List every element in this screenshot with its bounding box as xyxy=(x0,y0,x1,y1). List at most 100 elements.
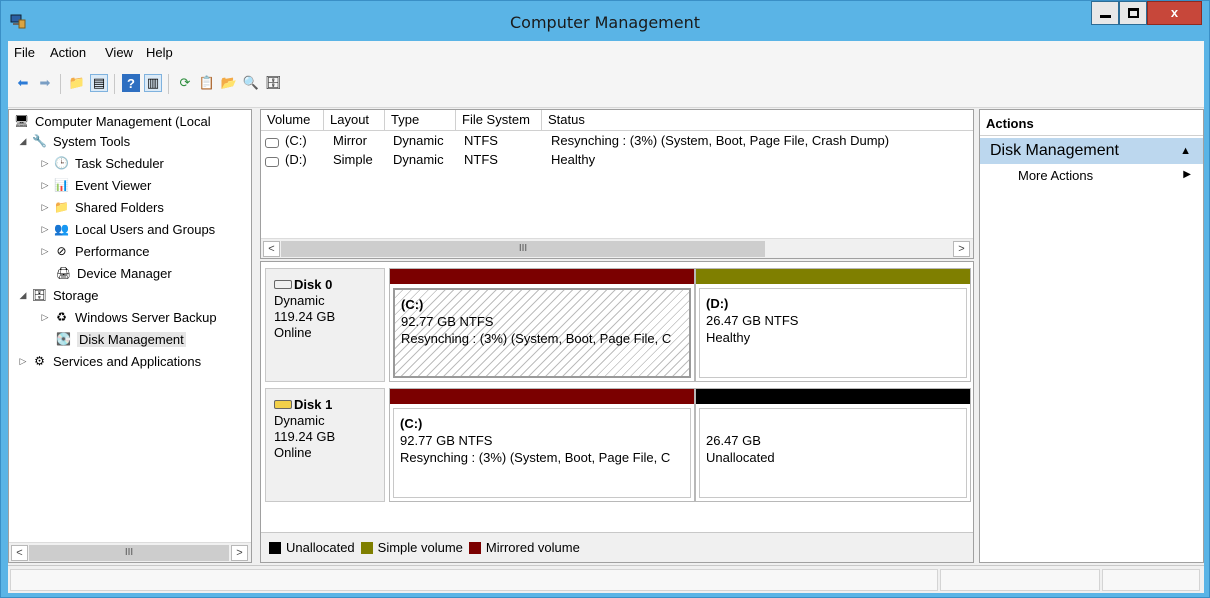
tree-item-device-manager[interactable]: 🖨 Device Manager xyxy=(53,263,172,283)
scroll-left-icon[interactable]: < xyxy=(11,545,28,561)
tree-item-local-users[interactable]: ▷ 👥 Local Users and Groups xyxy=(42,219,216,239)
scroll-left-icon[interactable]: < xyxy=(263,241,280,257)
disk-settings-icon[interactable]: 🗄 xyxy=(264,74,282,92)
partition-size: 26.47 GB xyxy=(706,433,761,448)
window-title: Computer Management xyxy=(509,13,701,32)
disk-type: Dynamic xyxy=(274,293,325,308)
partition-name: (C:) xyxy=(400,416,423,431)
collapsed-arrow-icon[interactable]: ▷ xyxy=(39,246,51,257)
tree-item-services[interactable]: ▷ ⚙ Services and Applications xyxy=(17,351,202,371)
column-header-layout[interactable]: Layout xyxy=(324,110,385,131)
tree-item-disk-management[interactable]: 💽 Disk Management xyxy=(53,329,186,349)
tree-item-shared-folders[interactable]: ▷ 📁 Shared Folders xyxy=(42,197,164,217)
scroll-right-icon[interactable]: > xyxy=(953,241,970,257)
volume-horizontal-scrollbar[interactable]: < III > xyxy=(261,238,973,258)
forward-icon[interactable]: ➡ xyxy=(36,74,54,92)
refresh-icon[interactable]: ⟳ xyxy=(176,74,194,92)
tree-item-windows-server-backup[interactable]: ▷ ♻ Windows Server Backup xyxy=(42,307,217,327)
partition-name: (C:) xyxy=(401,297,424,312)
search-icon[interactable]: 🔍 xyxy=(242,74,260,92)
help-icon[interactable]: ? xyxy=(122,74,140,92)
properties-icon[interactable]: 📋 xyxy=(198,74,216,92)
disk-graphical-view: Disk 0 Dynamic 119.24 GB Online (C:) 92.… xyxy=(260,261,974,563)
actions-group-label: Disk Management xyxy=(990,142,1119,159)
scroll-right-icon[interactable]: > xyxy=(231,545,248,561)
legend-swatch xyxy=(468,541,481,554)
show-hide-tree-icon[interactable]: ▤ xyxy=(90,74,108,92)
menu-view[interactable]: View xyxy=(105,45,133,60)
actions-group-disk-management[interactable]: Disk Management ▲ xyxy=(980,138,1203,164)
menu-help[interactable]: Help xyxy=(146,45,173,60)
more-actions-item[interactable]: More Actions xyxy=(1018,168,1093,183)
collapse-icon[interactable]: ▲ xyxy=(1180,145,1191,157)
partition-disk1-c[interactable]: (C:) 92.77 GB NTFS Resynching : (3%) (Sy… xyxy=(389,388,695,502)
collapsed-arrow-icon[interactable]: ▷ xyxy=(39,224,51,235)
disk-state: Online xyxy=(274,445,312,460)
legend-item-unallocated: Unallocated xyxy=(269,540,355,555)
column-header-type[interactable]: Type xyxy=(385,110,456,131)
title-bar[interactable]: Computer Management x xyxy=(1,1,1209,41)
partition-disk1-unallocated[interactable]: 26.47 GB Unallocated xyxy=(695,388,971,502)
column-header-volume[interactable]: Volume xyxy=(261,110,324,131)
partition-name: (D:) xyxy=(706,296,729,311)
expanded-arrow-icon[interactable]: ◢ xyxy=(17,136,29,147)
up-folder-icon[interactable]: 📁 xyxy=(68,74,86,92)
column-header-status[interactable]: Status xyxy=(542,110,973,131)
disk-management-icon: 💽 xyxy=(56,332,71,346)
tree-item-performance[interactable]: ▷ ⊘ Performance xyxy=(42,241,150,261)
status-segment xyxy=(1102,569,1200,591)
submenu-arrow-icon[interactable]: ▶ xyxy=(1183,169,1191,180)
menu-file[interactable]: File xyxy=(14,45,35,60)
disk-name: Disk 1 xyxy=(294,397,333,412)
tree-item-storage[interactable]: ◢ 🗄 Storage xyxy=(17,285,99,305)
collapsed-arrow-icon[interactable]: ▷ xyxy=(39,202,51,213)
collapsed-arrow-icon[interactable]: ▷ xyxy=(39,180,51,191)
partition-disk0-c[interactable]: (C:) 92.77 GB NTFS Resynching : (3%) (Sy… xyxy=(389,268,695,382)
actions-header: Actions xyxy=(980,110,1203,136)
partition-status: Resynching : (3%) (System, Boot, Page Fi… xyxy=(400,450,671,465)
disk-state: Online xyxy=(274,325,312,340)
unallocated-bar xyxy=(696,389,970,404)
disk-0-label[interactable]: Disk 0 Dynamic 119.24 GB Online xyxy=(265,268,385,382)
collapsed-arrow-icon[interactable]: ▷ xyxy=(39,312,51,323)
column-header-file-system[interactable]: File System xyxy=(456,110,542,131)
device-manager-icon: 🖨 xyxy=(55,266,72,280)
disk-size: 119.24 GB xyxy=(274,429,336,444)
back-icon[interactable]: ⬅ xyxy=(14,74,32,92)
minimize-button[interactable] xyxy=(1091,1,1119,25)
show-hide-action-pane-icon[interactable]: ▥ xyxy=(144,74,162,92)
open-icon[interactable]: 📂 xyxy=(220,74,238,92)
scroll-thumb[interactable]: III xyxy=(29,545,229,561)
partition-body: (C:) 92.77 GB NTFS Resynching : (3%) (Sy… xyxy=(393,408,691,498)
volume-icon xyxy=(265,157,279,167)
maximize-button[interactable] xyxy=(1119,1,1147,25)
legend-item-mirrored: Mirrored volume xyxy=(468,540,580,555)
tree-item-system-tools[interactable]: ◢ 🔧 System Tools xyxy=(17,131,131,151)
disk-1-label[interactable]: Disk 1 Dynamic 119.24 GB Online xyxy=(265,388,385,502)
tree-label: Computer Management (Local xyxy=(35,113,211,129)
storage-icon: 🗄 xyxy=(31,288,48,302)
partition-disk0-d[interactable]: (D:) 26.47 GB NTFS Healthy xyxy=(695,268,971,382)
close-button[interactable]: x xyxy=(1147,1,1202,25)
disk-warning-icon xyxy=(274,400,292,409)
disk-icon xyxy=(274,280,292,289)
legend: Unallocated Simple volume Mirrored volum… xyxy=(261,532,973,562)
tools-icon: 🔧 xyxy=(32,134,47,148)
collapsed-arrow-icon[interactable]: ▷ xyxy=(39,158,51,169)
tree-item-task-scheduler[interactable]: ▷ 🕒 Task Scheduler xyxy=(42,153,164,173)
partition-body: (C:) 92.77 GB NTFS Resynching : (3%) (Sy… xyxy=(393,288,691,378)
legend-item-simple: Simple volume xyxy=(360,540,463,555)
menu-action[interactable]: Action xyxy=(50,45,86,60)
cell-type: Dynamic xyxy=(393,152,444,167)
partition-status: Unallocated xyxy=(706,450,775,465)
tree-horizontal-scrollbar[interactable]: < III > xyxy=(9,542,251,562)
partition-name xyxy=(706,415,966,432)
scroll-thumb[interactable]: III xyxy=(281,241,765,257)
maximize-icon xyxy=(1128,8,1139,18)
expanded-arrow-icon[interactable]: ◢ xyxy=(17,290,29,301)
volume-icon xyxy=(265,138,279,148)
tree-item-root[interactable]: 🖥 Computer Management (Local xyxy=(11,111,211,131)
tree-item-event-viewer[interactable]: ▷ 📊 Event Viewer xyxy=(42,175,152,195)
collapsed-arrow-icon[interactable]: ▷ xyxy=(17,356,29,367)
disk-type: Dynamic xyxy=(274,413,325,428)
